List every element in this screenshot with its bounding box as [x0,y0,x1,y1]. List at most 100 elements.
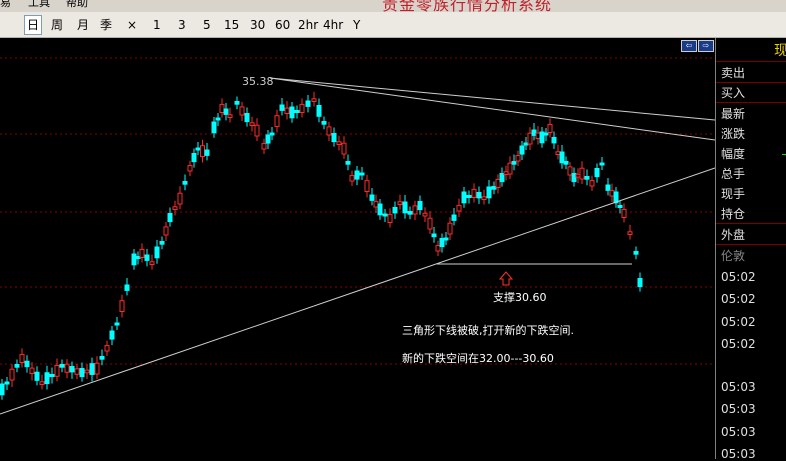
candle-body [14,364,20,368]
candle-body [9,368,15,381]
period-year-button[interactable]: Y [353,17,360,33]
candle-body [369,194,375,201]
candle-body [481,196,487,201]
support-label: 支撑30.60 [493,290,547,304]
candle-body [377,203,383,216]
candle-body [456,205,462,212]
candle-body [144,254,150,261]
candle-body [211,121,217,134]
candle-body [44,372,50,385]
candle-body [187,165,193,172]
period-4hr-button[interactable]: 4hr [323,17,343,33]
period-2hr-button[interactable]: 2hr [298,17,318,33]
quote-panel: 现 卖出 买入 最新 涨跌 幅度 总手 现手 持仓 外盘 伦敦 05:02 05… [715,38,786,461]
percent-label: 幅度 [721,147,746,161]
candle-body [451,214,457,221]
period-month-button[interactable]: 月 [77,17,89,33]
period-15min-button[interactable]: 15 [224,17,239,33]
period-3min-button[interactable]: 3 [178,17,186,33]
candle-body [336,141,342,146]
candle-body [239,106,245,116]
candle-body [64,363,70,373]
candle-body [476,192,482,199]
period-season-button[interactable]: 季 [100,17,112,33]
candle-body [159,241,165,245]
candle-body [511,161,517,165]
candle-body [223,108,229,115]
trade-time: 05:03 [721,425,756,439]
candle-body [316,105,322,117]
candle-body [227,114,233,119]
candle-body [261,143,267,150]
divider [716,223,786,224]
candle-body [637,278,643,288]
candle-body [182,181,188,185]
candle-body [412,205,418,215]
candle-body [341,142,347,155]
candle-body [29,367,35,375]
candle-body [563,161,569,165]
quote-panel-title: 现 [774,43,786,59]
candle-body [435,245,441,252]
menu-item-help[interactable]: 帮助 [66,0,88,10]
candle-body [387,213,393,223]
divider [716,82,786,83]
volume-label: 总手 [721,167,746,181]
candle-body [627,231,633,236]
candle-body [69,366,75,373]
menu-item[interactable]: 易 [0,0,11,10]
candle-body [79,368,85,378]
period-30min-button[interactable]: 30 [250,17,265,33]
current-volume-label: 现手 [721,187,746,201]
candle-body [0,383,5,396]
candle-body [99,356,105,360]
scroll-left-button[interactable]: ⇦ [681,40,697,52]
candle-body [34,371,40,381]
candle-body [59,364,65,368]
candle-body [249,122,255,127]
candle-body [289,106,295,119]
candle-body [191,153,197,163]
open-interest-label: 持仓 [721,207,746,221]
candle-body [555,151,561,156]
candle-body [584,176,590,180]
menu-item-tools[interactable]: 工具 [28,0,50,10]
candle-body [527,132,533,145]
candle-body [431,233,437,238]
lower-trendline [0,167,715,415]
candle-body [349,175,355,182]
annotation-line-1: 三角形下线被破,打开新的下跌空间. [402,323,574,337]
candlestick-chart[interactable]: 35.38 支撑30.60 三角形下线被破,打开新的下跌空间. 新的下跌空间在3… [0,38,715,459]
period-day-button[interactable]: 日 [24,15,43,35]
divider [716,61,786,62]
trade-time: 05:02 [721,315,756,329]
period-week-button[interactable]: 周 [51,17,63,33]
bid-label: 买入 [721,86,746,100]
candle-body [609,190,615,197]
candle-body [471,188,477,198]
trade-time: 05:03 [721,402,756,416]
candle-body [382,213,388,217]
candle-body [551,137,557,144]
last-label: 最新 [721,107,746,121]
candle-body [311,98,317,102]
high-price-label: 35.38 [242,75,274,88]
candle-body [575,173,581,178]
period-5min-button[interactable]: 5 [203,17,211,33]
period-1min-button[interactable]: 1 [153,17,161,33]
scroll-right-button[interactable]: ⇨ [698,40,714,52]
candle-body [269,132,275,136]
change-label: 涨跌 [721,127,746,141]
candle-body [466,195,472,198]
candle-body [422,212,428,217]
candle-body [321,121,327,125]
annotation-line-2: 新的下跌空间在32.00---30.60 [402,351,554,365]
chart-grid [0,57,715,365]
candle-body [599,162,605,166]
candle-body [109,330,115,340]
period-60min-button[interactable]: 60 [275,17,290,33]
close-period-button[interactable]: × [127,17,137,33]
candle-body [354,170,360,180]
candle-body [104,345,110,352]
candle-body [279,104,285,111]
